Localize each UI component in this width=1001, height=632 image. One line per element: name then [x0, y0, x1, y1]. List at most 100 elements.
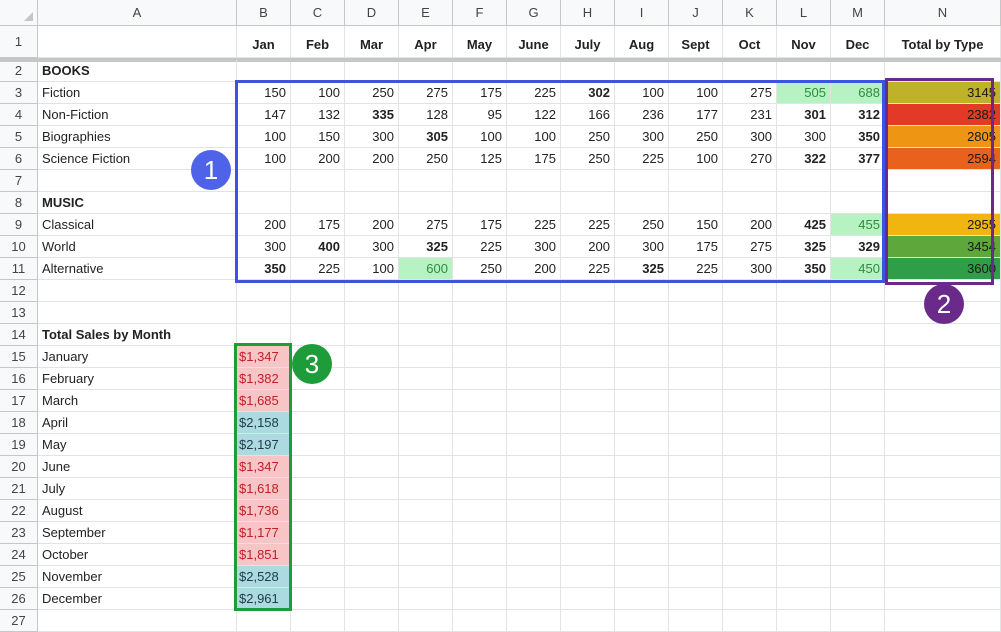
monthly-total-cell[interactable]: $1,618 — [237, 478, 291, 500]
cell[interactable] — [345, 324, 399, 346]
cell[interactable] — [399, 60, 453, 82]
cell[interactable] — [291, 280, 345, 302]
value-cell[interactable]: 100 — [345, 258, 399, 280]
cell[interactable] — [831, 390, 885, 412]
cell[interactable] — [885, 456, 1001, 478]
cell[interactable] — [291, 192, 345, 214]
cell[interactable] — [561, 390, 615, 412]
monthly-total-cell[interactable]: $2,197 — [237, 434, 291, 456]
cell[interactable] — [399, 566, 453, 588]
cell[interactable] — [669, 346, 723, 368]
value-cell[interactable]: 400 — [291, 236, 345, 258]
cell[interactable] — [507, 588, 561, 610]
cell[interactable] — [399, 478, 453, 500]
value-cell[interactable]: 100 — [237, 126, 291, 148]
cell[interactable] — [669, 368, 723, 390]
cell[interactable] — [831, 456, 885, 478]
column-header-k[interactable]: K — [723, 0, 777, 26]
value-cell[interactable]: 175 — [507, 148, 561, 170]
cell[interactable] — [507, 522, 561, 544]
row-header-5[interactable]: 5 — [0, 126, 38, 148]
cell[interactable] — [38, 302, 237, 324]
cell[interactable] — [507, 324, 561, 346]
cell[interactable] — [669, 302, 723, 324]
cell[interactable] — [345, 544, 399, 566]
month-label[interactable]: October — [38, 544, 237, 566]
value-cell[interactable]: 175 — [453, 82, 507, 104]
column-header-m[interactable]: M — [831, 0, 885, 26]
value-cell[interactable]: 225 — [561, 258, 615, 280]
cell[interactable] — [291, 60, 345, 82]
cell[interactable] — [237, 192, 291, 214]
value-cell[interactable]: 275 — [399, 214, 453, 236]
cell[interactable] — [723, 412, 777, 434]
value-cell[interactable]: 312 — [831, 104, 885, 126]
value-cell[interactable]: 300 — [723, 258, 777, 280]
value-cell[interactable]: 275 — [723, 236, 777, 258]
cell[interactable] — [345, 280, 399, 302]
value-cell[interactable]: 95 — [453, 104, 507, 126]
cell[interactable] — [831, 434, 885, 456]
cell[interactable] — [38, 26, 237, 58]
month-header[interactable]: Oct — [723, 26, 777, 58]
cell[interactable] — [399, 500, 453, 522]
cell[interactable] — [453, 456, 507, 478]
total-cell[interactable]: 3454 — [885, 236, 1001, 258]
value-cell[interactable]: 100 — [669, 148, 723, 170]
cell[interactable] — [885, 324, 1001, 346]
value-cell[interactable]: 200 — [507, 258, 561, 280]
value-cell[interactable]: 335 — [345, 104, 399, 126]
value-cell[interactable]: 100 — [669, 82, 723, 104]
cell[interactable] — [885, 434, 1001, 456]
cell[interactable] — [723, 566, 777, 588]
cell[interactable] — [507, 412, 561, 434]
cell[interactable] — [723, 500, 777, 522]
row-header-17[interactable]: 17 — [0, 390, 38, 412]
value-cell[interactable]: 177 — [669, 104, 723, 126]
value-cell[interactable]: 132 — [291, 104, 345, 126]
cell[interactable] — [507, 390, 561, 412]
month-header[interactable]: Dec — [831, 26, 885, 58]
column-header-i[interactable]: I — [615, 0, 669, 26]
cell[interactable] — [615, 302, 669, 324]
cell[interactable] — [453, 544, 507, 566]
cell[interactable] — [561, 500, 615, 522]
month-header[interactable]: June — [507, 26, 561, 58]
row-header-7[interactable]: 7 — [0, 170, 38, 192]
value-cell[interactable]: 150 — [291, 126, 345, 148]
value-cell[interactable]: 302 — [561, 82, 615, 104]
cell[interactable] — [453, 412, 507, 434]
month-header[interactable]: Apr — [399, 26, 453, 58]
monthly-total-cell[interactable]: $1,382 — [237, 368, 291, 390]
cell[interactable] — [507, 456, 561, 478]
cell[interactable] — [453, 170, 507, 192]
column-header-f[interactable]: F — [453, 0, 507, 26]
category-label[interactable]: Biographies — [38, 126, 237, 148]
cell[interactable] — [291, 324, 345, 346]
cell[interactable] — [561, 346, 615, 368]
month-label[interactable]: January — [38, 346, 237, 368]
cell[interactable] — [831, 170, 885, 192]
value-cell[interactable]: 325 — [399, 236, 453, 258]
cell[interactable] — [831, 324, 885, 346]
category-label[interactable]: Non-Fiction — [38, 104, 237, 126]
cell[interactable] — [561, 434, 615, 456]
month-header[interactable]: Jan — [237, 26, 291, 58]
cell[interactable] — [885, 192, 1001, 214]
total-cell[interactable]: 2805 — [885, 126, 1001, 148]
month-header[interactable]: Aug — [615, 26, 669, 58]
cell[interactable] — [399, 522, 453, 544]
section-label-books[interactable]: BOOKS — [38, 60, 237, 82]
value-cell[interactable]: 128 — [399, 104, 453, 126]
cell[interactable] — [777, 368, 831, 390]
cell[interactable] — [615, 544, 669, 566]
row-header-11[interactable]: 11 — [0, 258, 38, 280]
cell[interactable] — [615, 566, 669, 588]
value-cell[interactable]: 275 — [399, 82, 453, 104]
cell[interactable] — [723, 60, 777, 82]
column-header-c[interactable]: C — [291, 0, 345, 26]
cell[interactable] — [453, 500, 507, 522]
value-cell[interactable]: 275 — [723, 82, 777, 104]
cell[interactable] — [723, 170, 777, 192]
cell[interactable] — [561, 192, 615, 214]
